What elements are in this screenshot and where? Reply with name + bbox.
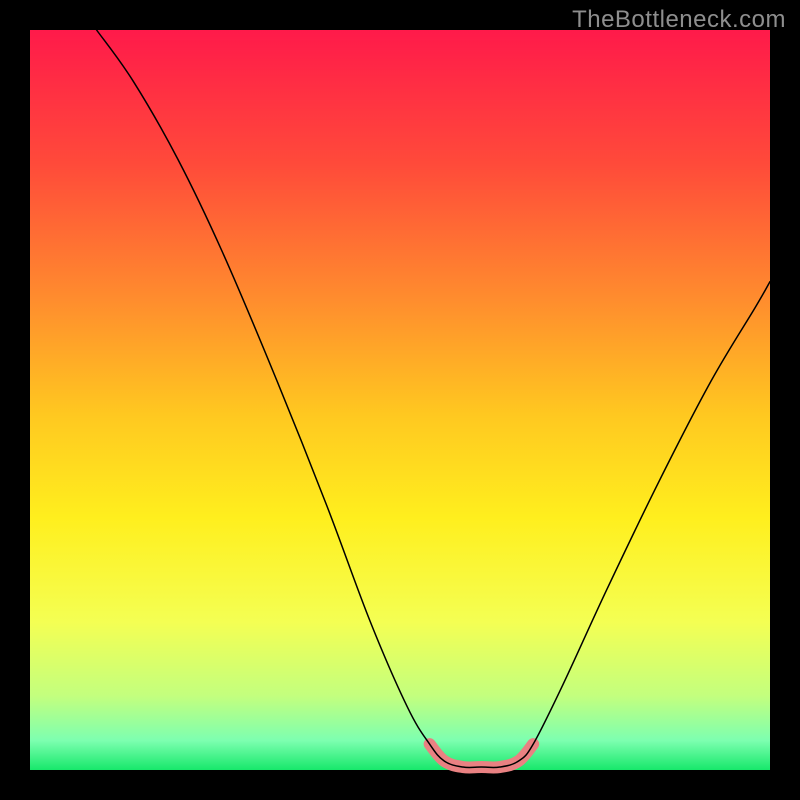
bottleneck-chart (0, 0, 800, 800)
chart-frame: { "watermark": "TheBottleneck.com", "cha… (0, 0, 800, 800)
gradient-background (30, 30, 770, 770)
watermark-text: TheBottleneck.com (572, 6, 786, 34)
